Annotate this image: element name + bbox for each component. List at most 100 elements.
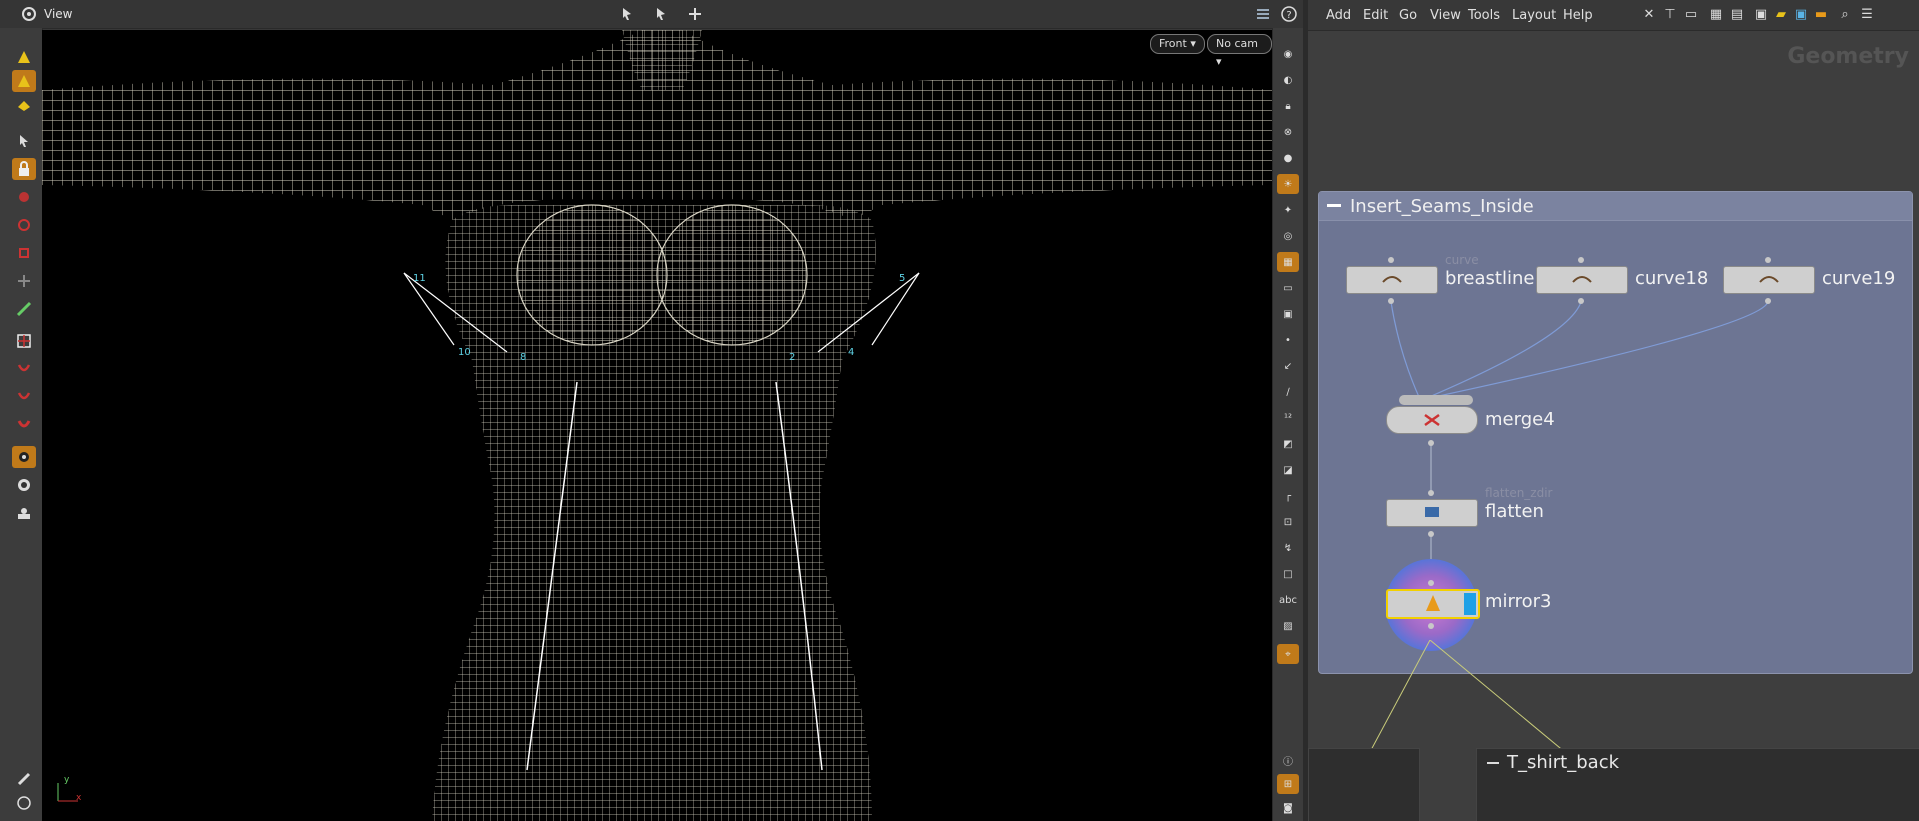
node-mirror3[interactable] <box>1386 589 1480 619</box>
light-icon[interactable]: ☀ <box>1277 174 1299 194</box>
image-display-icon[interactable]: ▨ <box>1277 616 1299 636</box>
close-icon[interactable]: ⊗ <box>1277 122 1299 142</box>
input-connector[interactable] <box>1388 257 1394 263</box>
background-icon[interactable]: ▭ <box>1277 278 1299 298</box>
help-icon[interactable]: ? <box>1280 5 1298 23</box>
select-tool-icon[interactable] <box>12 46 36 68</box>
network-box[interactable]: Insert_Seams_Inside breastline curve cur… <box>1318 191 1913 674</box>
texture-icon[interactable]: ▦ <box>1277 252 1299 272</box>
sticky-note-icon[interactable]: ▰ <box>1772 6 1790 24</box>
display-options-toolbar: ◉ ◐ 🔒︎ ⊗ ● ☀ ✦ ◎ ▦ ▭ ▣ • ↙ ∕ ¹² ◩ ◪ ┌ ⊡ … <box>1272 28 1304 821</box>
point-label-11: 11 <box>413 273 426 284</box>
lock-icon[interactable] <box>12 158 36 180</box>
render-region-icon[interactable] <box>12 502 36 524</box>
snap-point-icon[interactable] <box>12 386 36 408</box>
lock-camera-icon[interactable]: 🔒︎ <box>1277 96 1299 116</box>
snap-grid-icon[interactable] <box>12 330 36 352</box>
menu-tools[interactable]: Tools <box>1468 8 1500 23</box>
output-connector[interactable] <box>1765 298 1771 304</box>
axis-x-label: x <box>76 793 82 803</box>
viewer-titlebar: View ? <box>0 0 1303 29</box>
handle-tool-icon[interactable] <box>12 298 36 320</box>
arrow-select-icon[interactable] <box>12 130 36 152</box>
view-menu-button[interactable]: Front ▾ <box>1150 34 1205 54</box>
output-connector[interactable] <box>1388 298 1394 304</box>
guide-icon[interactable]: ┌ <box>1277 486 1299 506</box>
white-page-icon[interactable]: ▭ <box>1682 6 1700 24</box>
scale-tool-icon[interactable] <box>12 242 36 264</box>
point-numbers-icon[interactable]: ¹² <box>1277 408 1299 428</box>
node-curve18[interactable] <box>1536 266 1628 294</box>
edit-tool-icon[interactable] <box>12 70 36 92</box>
secure-selection-icon[interactable] <box>652 5 670 23</box>
menu-layout[interactable]: Layout <box>1512 8 1556 23</box>
vertex-display-icon[interactable]: ∕ <box>1277 382 1299 402</box>
viewer-options-icon[interactable] <box>1254 5 1272 23</box>
text-display-icon[interactable]: abc <box>1277 590 1299 610</box>
viewer-menu-icon[interactable] <box>20 5 38 23</box>
bounding-box-icon[interactable]: ⊡ <box>1277 512 1299 532</box>
snap-prim-icon[interactable] <box>12 358 36 380</box>
input-connector[interactable] <box>1428 580 1434 586</box>
3d-viewport[interactable]: 11 10 8 2 4 5 Front ▾ No cam ▾ y x <box>42 30 1272 821</box>
snap-multi-icon[interactable] <box>12 414 36 436</box>
snapshot-icon[interactable]: ◙ <box>1277 798 1299 818</box>
menu-view[interactable]: View <box>1430 8 1461 23</box>
node-curve19[interactable] <box>1723 266 1815 294</box>
normal-display-icon[interactable]: ↙ <box>1277 356 1299 376</box>
node-breastline[interactable] <box>1346 266 1438 294</box>
output-connector[interactable] <box>1428 440 1434 446</box>
network-options-icon[interactable]: ☰ <box>1858 6 1876 24</box>
node-label-flatten: flatten <box>1485 501 1544 522</box>
light-bulb-icon[interactable]: ✦ <box>1277 200 1299 220</box>
component-tool-icon[interactable] <box>12 94 36 116</box>
menu-help[interactable]: Help <box>1563 8 1593 23</box>
primitive-display-icon[interactable]: ◩ <box>1277 434 1299 454</box>
viewport-grid-icon[interactable]: ⊞ <box>1277 774 1299 794</box>
record-icon[interactable] <box>12 474 36 496</box>
eye-icon[interactable]: ◉ <box>1277 44 1299 64</box>
transform-handle-icon[interactable] <box>686 5 704 23</box>
pose-tool-icon[interactable] <box>12 270 36 292</box>
handle-display-icon[interactable]: ↯ <box>1277 538 1299 558</box>
node-merge4[interactable] <box>1386 406 1478 434</box>
collapse-icon[interactable] <box>1487 762 1499 764</box>
network-box-partial[interactable] <box>1308 748 1420 821</box>
info-icon[interactable]: ⓘ <box>1277 750 1299 770</box>
marker-icon[interactable]: ⌖ <box>1277 644 1299 664</box>
background-image-icon[interactable]: ▣ <box>1792 6 1810 24</box>
grid-view-icon[interactable]: ▦ <box>1707 6 1725 24</box>
prim-numbers-icon[interactable]: ◪ <box>1277 460 1299 480</box>
headlight-icon[interactable]: ◎ <box>1277 226 1299 246</box>
camera-menu-button[interactable]: No cam ▾ <box>1207 34 1272 68</box>
network-box-tshirt-back[interactable]: T_shirt_back <box>1476 748 1919 821</box>
wrench-icon[interactable]: ✕ <box>1640 6 1658 24</box>
list-view-icon[interactable]: ▤ <box>1728 6 1746 24</box>
rotate-tool-icon[interactable] <box>12 214 36 236</box>
camera-tool-icon[interactable] <box>12 446 36 468</box>
point-display-icon[interactable]: • <box>1277 330 1299 350</box>
camera-icon[interactable]: ▣ <box>1277 304 1299 324</box>
menu-edit[interactable]: Edit <box>1363 8 1388 23</box>
shading-icon[interactable]: ● <box>1277 148 1299 168</box>
image-icon[interactable]: ▣ <box>1752 6 1770 24</box>
output-connector[interactable] <box>1428 531 1434 537</box>
network-box-icon[interactable]: ▬ <box>1812 6 1830 24</box>
input-connector[interactable] <box>1428 490 1434 496</box>
menu-add[interactable]: Add <box>1326 8 1351 23</box>
merge-input-bar[interactable] <box>1399 395 1473 405</box>
select-mode-icon[interactable] <box>618 5 636 23</box>
output-connector[interactable] <box>1428 623 1434 629</box>
move-tool-icon[interactable] <box>12 186 36 208</box>
search-icon[interactable]: ⌕ <box>1836 6 1854 24</box>
geometry-display-icon[interactable]: □ <box>1277 564 1299 584</box>
ghost-icon[interactable]: ◐ <box>1277 70 1299 90</box>
tree-view-icon[interactable]: ⊤ <box>1661 6 1679 24</box>
input-connector[interactable] <box>1765 257 1771 263</box>
pin-icon[interactable] <box>12 768 36 790</box>
input-connector[interactable] <box>1578 257 1584 263</box>
viewport-layout-icon[interactable] <box>12 792 36 814</box>
node-flatten[interactable] <box>1386 499 1478 527</box>
menu-go[interactable]: Go <box>1399 8 1417 23</box>
output-connector[interactable] <box>1578 298 1584 304</box>
